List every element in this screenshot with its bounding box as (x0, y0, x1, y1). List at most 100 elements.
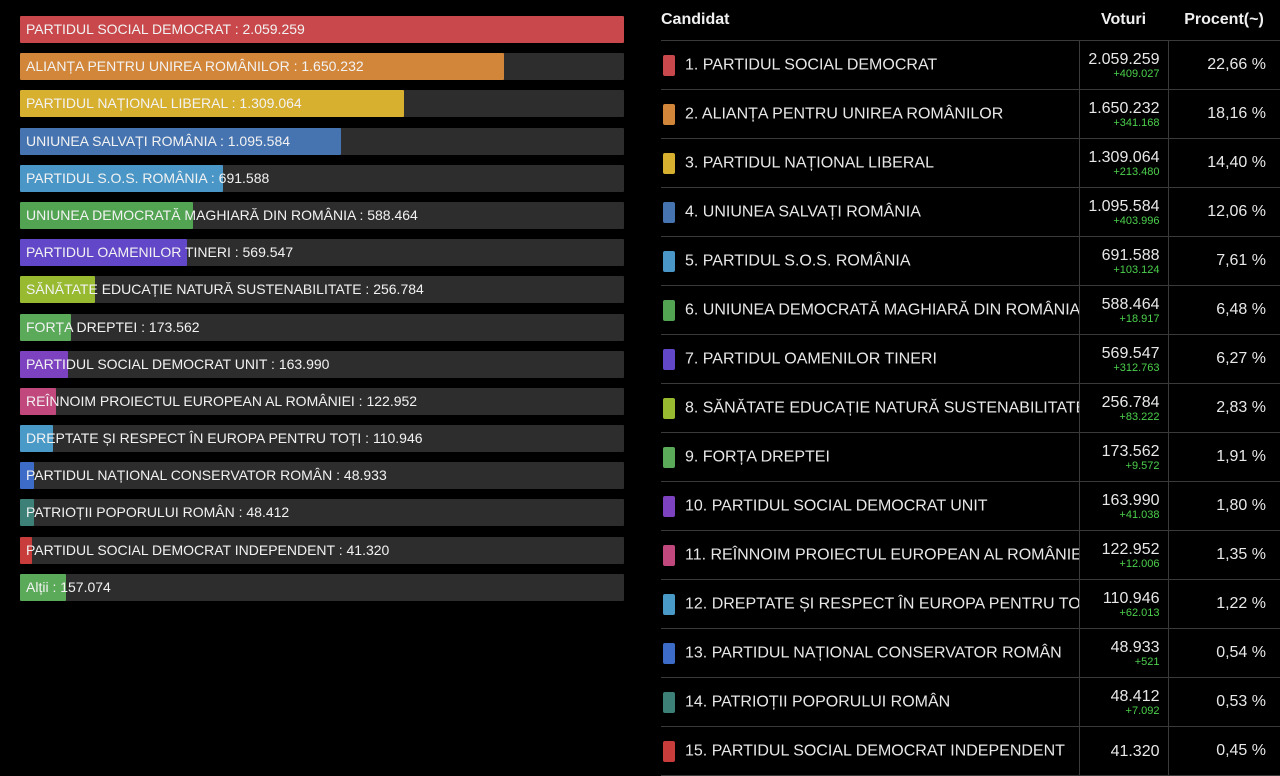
votes-cell: 41.320 (1078, 726, 1168, 776)
votes-delta: +341.168 (1113, 116, 1160, 129)
bar-label: UNIUNEA SALVAȚI ROMÂNIA : 1.095.584 (26, 132, 291, 149)
candidate-name: 13. PARTIDUL NAȚIONAL CONSERVATOR ROMÂN (685, 644, 1062, 662)
candidate-name: 10. PARTIDUL SOCIAL DEMOCRAT UNIT (685, 497, 988, 515)
party-color-swatch (663, 593, 675, 615)
party-color-swatch (663, 103, 675, 125)
header-votes: Voturi (1079, 0, 1168, 41)
votes-delta: +41.038 (1119, 508, 1160, 521)
party-color-swatch (663, 152, 675, 174)
percent-cell: 1,22 % (1167, 579, 1280, 629)
votes-cell: 1.095.584 +403.996 (1078, 187, 1168, 237)
table-row: 1. PARTIDUL SOCIAL DEMOCRAT 2.059.259 +409… (661, 40, 1280, 90)
candidate-cell: 6. UNIUNEA DEMOCRATĂ MAGHIARĂ DIN ROMÂNI… (661, 285, 1079, 335)
votes-cell: 691.588 +103.124 (1078, 236, 1168, 286)
bar-label: REÎNNOIM PROIECTUL EUROPEAN AL ROMÂNIEI … (26, 392, 418, 409)
table-row: 11. REÎNNOIM PROIECTUL EUROPEAN AL ROMÂN… (661, 530, 1280, 580)
table-row: 4. UNIUNEA SALVAȚI ROMÂNIA 1.095.584 +403.… (661, 187, 1280, 237)
votes-delta: +18.917 (1119, 312, 1160, 325)
candidate-name: 3. PARTIDUL NAȚIONAL LIBERAL (685, 154, 934, 172)
votes-total: 122.952 (1101, 540, 1160, 558)
votes-total: 569.547 (1101, 344, 1160, 362)
candidate-cell: 1. PARTIDUL SOCIAL DEMOCRAT (661, 40, 1079, 90)
votes-delta: +213.480 (1113, 165, 1160, 178)
percent-cell: 18,16 % (1167, 89, 1280, 139)
bar-row: UNIUNEA SALVAȚI ROMÂNIA : 1.095.584 (20, 127, 624, 155)
percent-cell: 7,61 % (1167, 236, 1280, 286)
results-table: Candidat Voturi Procent(~) 1. PARTIDUL S… (661, 0, 1280, 776)
percent-cell: 14,40 % (1167, 138, 1280, 188)
bar-label: PARTIDUL S.O.S. ROMÂNIA : 691.588 (26, 169, 270, 186)
candidate-name: 12. DREPTATE ȘI RESPECT ÎN EUROPA PENTRU… (685, 595, 1079, 613)
votes-delta: +403.996 (1113, 214, 1160, 227)
votes-total: 1.650.232 (1088, 99, 1160, 117)
table-header-row: Candidat Voturi Procent(~) (661, 0, 1280, 41)
bar-row: PARTIDUL S.O.S. ROMÂNIA : 691.588 (20, 164, 624, 192)
votes-total: 691.588 (1101, 246, 1160, 264)
candidate-name: 6. UNIUNEA DEMOCRATĂ MAGHIARĂ DIN ROMÂNI… (685, 301, 1079, 319)
votes-total: 41.320 (1110, 742, 1160, 760)
table-row: 5. PARTIDUL S.O.S. ROMÂNIA 691.588 +103.12… (661, 236, 1280, 286)
votes-total: 588.464 (1101, 295, 1160, 313)
bar-row: PARTIDUL SOCIAL DEMOCRAT : 2.059.259 (20, 16, 624, 43)
votes-total: 163.990 (1101, 491, 1160, 509)
votes-delta: +103.124 (1113, 263, 1160, 276)
bar-row: PARTIDUL NAȚIONAL LIBERAL : 1.309.064 (20, 90, 624, 118)
bar-row: UNIUNEA DEMOCRATĂ MAGHIARĂ DIN ROMÂNIA :… (20, 201, 624, 229)
table-row: 15. PARTIDUL SOCIAL DEMOCRAT INDEPENDENT… (661, 726, 1280, 776)
votes-delta: +83.222 (1119, 410, 1160, 423)
table-row: 6. UNIUNEA DEMOCRATĂ MAGHIARĂ DIN ROMÂNI… (661, 285, 1280, 335)
percent-cell: 1,80 % (1167, 481, 1280, 531)
percent-cell: 1,35 % (1167, 530, 1280, 580)
votes-cell: 256.784 +83.222 (1078, 383, 1168, 433)
votes-total: 48.933 (1110, 638, 1160, 656)
percent-cell: 1,91 % (1167, 432, 1280, 482)
party-color-swatch (663, 250, 675, 272)
candidate-cell: 7. PARTIDUL OAMENILOR TINERI (661, 334, 1079, 384)
bar-label: PARTIDUL SOCIAL DEMOCRAT INDEPENDENT : 4… (26, 541, 390, 558)
table-row: 12. DREPTATE ȘI RESPECT ÎN EUROPA PENTRU… (661, 579, 1280, 629)
candidate-name: 2. ALIANȚA PENTRU UNIREA ROMÂNILOR (685, 105, 1004, 123)
candidate-cell: 4. UNIUNEA SALVAȚI ROMÂNIA (661, 187, 1079, 237)
candidate-name: 1. PARTIDUL SOCIAL DEMOCRAT (685, 56, 938, 74)
table-row: 2. ALIANȚA PENTRU UNIREA ROMÂNILOR 1.650.… (661, 89, 1280, 139)
vote-bar-chart: PARTIDUL SOCIAL DEMOCRAT : 2.059.259 ALIA… (20, 16, 624, 611)
bar-label: ALIANȚA PENTRU UNIREA ROMÂNILOR : 1.650.… (26, 58, 364, 75)
votes-delta: +409.027 (1113, 67, 1160, 80)
candidate-cell: 12. DREPTATE ȘI RESPECT ÎN EUROPA PENTRU… (661, 579, 1079, 629)
party-color-swatch (663, 397, 675, 419)
bar-label: FORȚA DREPTEI : 173.562 (26, 318, 200, 335)
votes-cell: 2.059.259 +409.027 (1078, 40, 1168, 90)
candidate-name: 5. PARTIDUL S.O.S. ROMÂNIA (685, 252, 911, 270)
candidate-cell: 13. PARTIDUL NAȚIONAL CONSERVATOR ROMÂN (661, 628, 1079, 678)
bar-row: PARTIDUL SOCIAL DEMOCRAT INDEPENDENT : 4… (20, 536, 624, 564)
percent-cell: 2,83 % (1167, 383, 1280, 433)
bar-label: PARTIDUL SOCIAL DEMOCRAT : 2.059.259 (26, 21, 305, 37)
votes-cell: 163.990 +41.038 (1078, 481, 1168, 531)
votes-cell: 1.650.232 +341.168 (1078, 89, 1168, 139)
candidate-cell: 11. REÎNNOIM PROIECTUL EUROPEAN AL ROMÂN… (661, 530, 1079, 580)
bar-label: PATRIOȚII POPORULUI ROMÂN : 48.412 (26, 504, 290, 521)
percent-cell: 0,45 % (1167, 726, 1280, 776)
percent-cell: 0,54 % (1167, 628, 1280, 678)
bar-row: FORȚA DREPTEI : 173.562 (20, 313, 624, 341)
percent-cell: 0,53 % (1167, 677, 1280, 727)
candidate-cell: 15. PARTIDUL SOCIAL DEMOCRAT INDEPENDENT (661, 726, 1079, 776)
votes-delta: +7.092 (1125, 704, 1160, 717)
bar-row: PATRIOȚII POPORULUI ROMÂN : 48.412 (20, 499, 624, 527)
bar-row: PARTIDUL OAMENILOR TINERI : 569.547 (20, 239, 624, 267)
candidate-cell: 3. PARTIDUL NAȚIONAL LIBERAL (661, 138, 1079, 188)
candidate-name: 9. FORȚA DREPTEI (685, 448, 830, 466)
votes-total: 1.309.064 (1088, 148, 1160, 166)
votes-cell: 569.547 +312.763 (1078, 334, 1168, 384)
bar-label: DREPTATE ȘI RESPECT ÎN EUROPA PENTRU TOȚ… (26, 430, 423, 447)
bar-row: DREPTATE ȘI RESPECT ÎN EUROPA PENTRU TOȚ… (20, 425, 624, 453)
bar-row: ALIANȚA PENTRU UNIREA ROMÂNILOR : 1.650.… (20, 53, 624, 81)
bar-label: PARTIDUL NAȚIONAL LIBERAL : 1.309.064 (26, 95, 302, 112)
party-color-swatch (663, 299, 675, 321)
party-color-swatch (663, 691, 675, 713)
candidate-cell: 5. PARTIDUL S.O.S. ROMÂNIA (661, 236, 1079, 286)
percent-cell: 6,48 % (1167, 285, 1280, 335)
candidate-name: 15. PARTIDUL SOCIAL DEMOCRAT INDEPENDENT (685, 742, 1065, 760)
candidate-name: 14. PATRIOȚII POPORULUI ROMÂN (685, 693, 951, 711)
bar-label: SĂNĂTATE EDUCAȚIE NATURĂ SUSTENABILITATE… (26, 281, 424, 298)
